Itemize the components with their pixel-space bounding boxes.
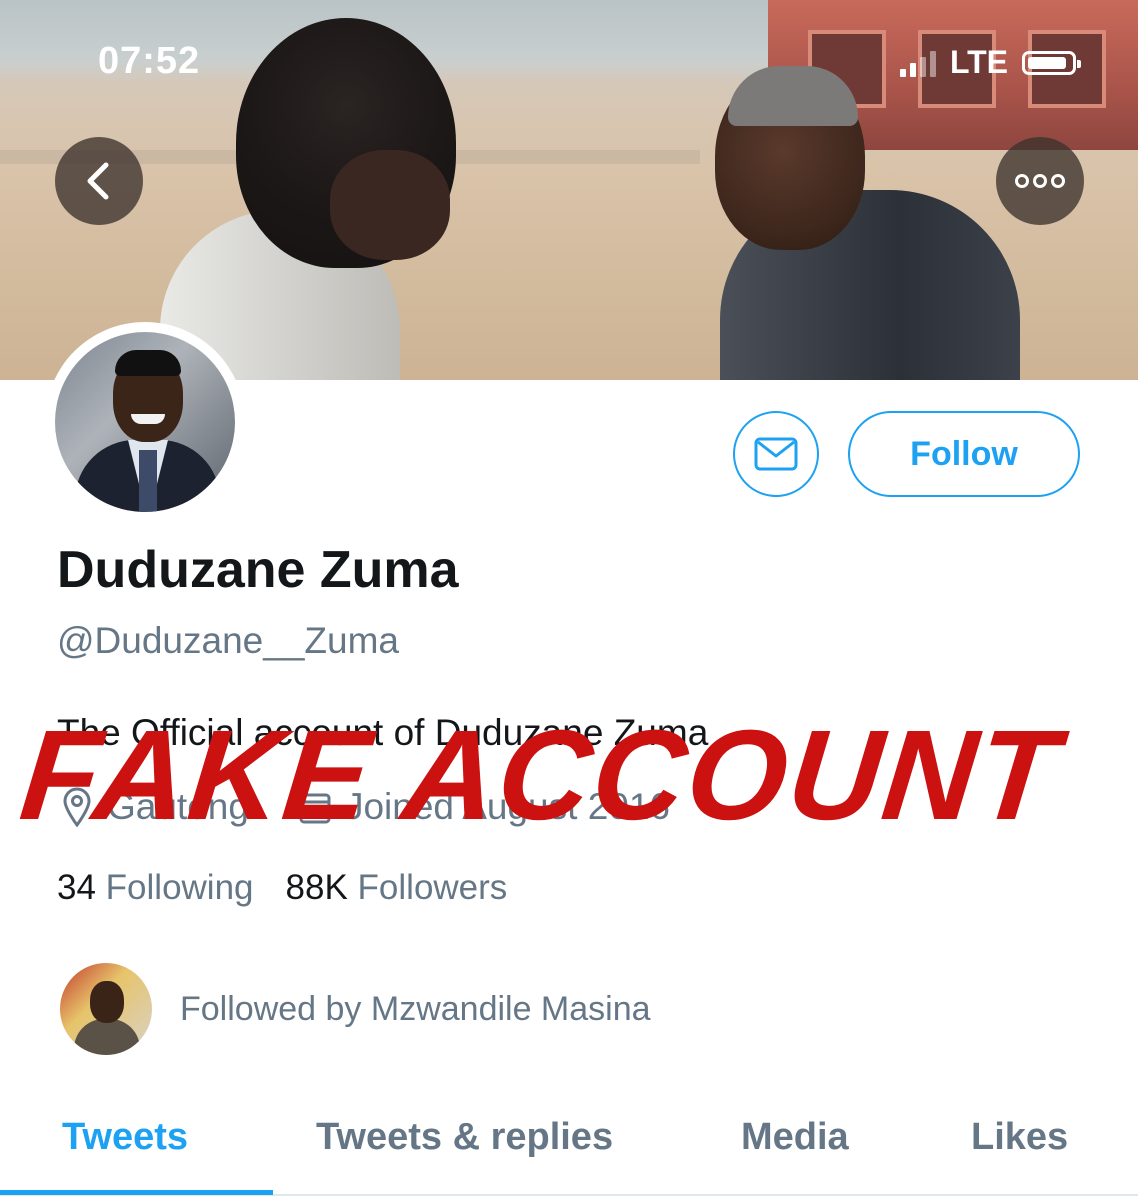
following-stat[interactable]: 34 Following: [57, 868, 254, 908]
avatar-smile: [131, 414, 165, 424]
profile-handle: @Duduzane__Zuma: [57, 620, 399, 661]
more-dots-icon: [1015, 174, 1065, 188]
profile-name: Duduzane Zuma: [57, 541, 459, 599]
signal-bar: [899, 68, 906, 77]
followers-label: Followers: [357, 868, 508, 907]
mail-icon: [754, 437, 798, 471]
battery-fill: [1028, 56, 1066, 69]
chevron-left-icon: [87, 162, 109, 200]
tab-tweets-replies[interactable]: Tweets & replies: [316, 1116, 613, 1159]
profile-avatar[interactable]: [45, 322, 245, 522]
fake-account-stamp: FAKE ACCOUNT: [14, 704, 1066, 847]
signal-bar: [919, 56, 926, 77]
signal-icon: [899, 49, 936, 77]
following-label: Following: [105, 868, 254, 907]
battery-icon: [1022, 50, 1081, 75]
follower-avatar-body: [74, 1019, 140, 1055]
profile-stats: 34 Following 88K Followers: [57, 868, 507, 908]
tab-tweets[interactable]: Tweets: [62, 1116, 188, 1159]
followed-by-row[interactable]: Followed by Mzwandile Masina: [60, 963, 651, 1055]
follower-avatar: [60, 963, 152, 1055]
followers-count: 88K: [285, 868, 348, 907]
avatar-photo: [55, 332, 235, 512]
tab-media[interactable]: Media: [741, 1116, 849, 1159]
tab-likes[interactable]: Likes: [971, 1116, 1068, 1159]
profile-tabs: Tweets Tweets & replies Media Likes: [0, 1110, 1138, 1200]
followers-stat[interactable]: 88K Followers: [286, 868, 508, 908]
signal-bar: [929, 50, 936, 77]
follower-avatar-head: [90, 981, 124, 1023]
followed-by-text: Followed by Mzwandile Masina: [180, 989, 651, 1028]
signal-bar: [909, 62, 916, 77]
status-indicators: LTE: [899, 44, 1081, 81]
follow-button[interactable]: Follow: [848, 411, 1080, 497]
message-button[interactable]: [733, 411, 819, 497]
banner-person-left-face: [330, 150, 450, 260]
following-count: 34: [57, 868, 96, 907]
avatar-hair: [115, 350, 181, 376]
network-type: LTE: [949, 44, 1008, 80]
active-tab-indicator: [0, 1190, 273, 1195]
more-options-button[interactable]: [996, 137, 1084, 225]
status-time: 07:52: [98, 40, 201, 82]
avatar-tie: [139, 450, 157, 512]
back-button[interactable]: [55, 137, 143, 225]
